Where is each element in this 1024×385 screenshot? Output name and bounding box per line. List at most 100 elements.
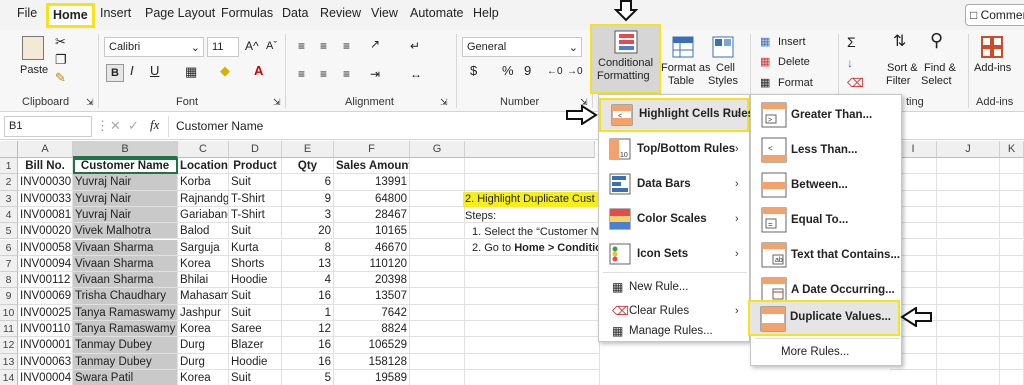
menu-more-rules[interactable]: More Rules... xyxy=(781,340,891,364)
menu-color-scales[interactable]: Color Scales › xyxy=(609,204,749,234)
bold-button[interactable]: B xyxy=(106,64,124,82)
row-header[interactable]: 5 xyxy=(0,223,18,240)
table-cell[interactable] xyxy=(1000,304,1024,321)
format-cells-icon[interactable]: ▦ xyxy=(760,75,770,91)
table-cell[interactable] xyxy=(937,288,1000,305)
table-cell[interactable]: Tanya Ramaswamy xyxy=(73,321,178,338)
percent-button[interactable]: % xyxy=(502,64,514,77)
table-cell[interactable] xyxy=(410,353,465,370)
row-header[interactable]: 6 xyxy=(0,239,18,256)
row-header[interactable]: 9 xyxy=(0,288,18,305)
menu-duplicate-values[interactable]: Duplicate Values... xyxy=(748,300,900,336)
table-cell[interactable] xyxy=(410,321,465,338)
table-cell[interactable] xyxy=(937,337,1000,354)
row-header[interactable]: 7 xyxy=(0,255,18,273)
table-cell[interactable]: 5 xyxy=(282,369,334,385)
copy-icon[interactable]: ❐ xyxy=(55,52,67,68)
clear-icon[interactable]: ⌫ xyxy=(847,75,864,91)
menu-top-bottom-rules[interactable]: 10 Top/Bottom Rules › xyxy=(609,134,749,164)
table-cell[interactable]: INV00033 xyxy=(18,190,73,207)
menu-icon-sets[interactable]: Icon Sets › xyxy=(609,239,749,269)
table-cell[interactable]: INV00058 xyxy=(18,239,73,256)
tab-page-layout[interactable]: Page Layout xyxy=(145,6,215,20)
find-select-line1[interactable]: Find & xyxy=(924,62,956,74)
table-cell[interactable]: 7642 xyxy=(334,304,410,321)
align-middle-icon[interactable]: ≡ xyxy=(320,38,327,54)
table-cell[interactable]: 16 xyxy=(282,337,334,354)
table-cell[interactable]: INV00020 xyxy=(18,223,73,240)
column-header[interactable]: K xyxy=(1000,141,1024,158)
table-cell[interactable] xyxy=(465,337,600,354)
table-cell[interactable] xyxy=(410,272,465,289)
sort-filter-line1[interactable]: Sort & xyxy=(887,62,918,74)
header-cell[interactable]: Location xyxy=(178,158,229,175)
table-cell[interactable] xyxy=(937,304,1000,321)
table-cell[interactable]: 16 xyxy=(282,353,334,370)
table-cell[interactable] xyxy=(1000,288,1024,305)
table-cell[interactable]: Durg xyxy=(178,353,229,370)
find-select-icon[interactable]: ⚲ xyxy=(930,31,943,49)
table-cell[interactable] xyxy=(410,304,465,321)
cell-styles-line1[interactable]: Cell xyxy=(716,62,735,74)
table-cell[interactable] xyxy=(410,206,465,224)
sort-filter-icon[interactable]: ⇅ xyxy=(893,34,906,50)
shrink-font-button[interactable]: Aˇ xyxy=(266,40,277,52)
row-header[interactable]: 10 xyxy=(0,304,18,321)
table-cell[interactable]: Swara Patil xyxy=(73,369,178,385)
delete-button[interactable]: Delete xyxy=(778,56,810,68)
table-cell[interactable]: Korea xyxy=(178,369,229,385)
table-cell[interactable]: Tanmay Dubey xyxy=(73,353,178,370)
table-cell[interactable]: Sarguja xyxy=(178,239,229,256)
table-cell[interactable]: 10165 xyxy=(334,223,410,240)
row-header[interactable]: 11 xyxy=(0,321,18,338)
table-cell[interactable]: 46670 xyxy=(334,239,410,256)
add-ins-icon[interactable] xyxy=(981,36,1003,58)
conditional-formatting-button[interactable]: Conditional Formatting xyxy=(590,24,661,94)
underline-button[interactable]: U xyxy=(150,64,159,77)
menu-text-contains[interactable]: ab Text that Contains... xyxy=(761,238,901,272)
row-header[interactable]: 8 xyxy=(0,272,18,289)
header-cell[interactable] xyxy=(465,158,600,175)
table-cell[interactable]: INV00069 xyxy=(18,288,73,305)
column-header[interactable]: D xyxy=(229,141,282,158)
insert-function-icon[interactable]: fx xyxy=(150,117,159,133)
increase-decimal-icon[interactable]: ←0 xyxy=(547,64,563,80)
font-color-icon[interactable]: A xyxy=(254,63,263,79)
table-cell[interactable] xyxy=(465,272,600,289)
paste-icon[interactable] xyxy=(22,36,44,60)
table-cell[interactable]: 64800 xyxy=(334,190,410,207)
row-header[interactable]: 14 xyxy=(0,369,18,385)
header-cell[interactable]: Sales Amount xyxy=(334,158,410,175)
table-cell[interactable] xyxy=(465,255,600,273)
table-cell[interactable]: Korea xyxy=(178,255,229,273)
insert-cells-icon[interactable]: ▦ xyxy=(760,34,770,50)
table-cell[interactable] xyxy=(465,369,600,385)
italic-button[interactable]: I xyxy=(130,64,134,77)
table-cell[interactable] xyxy=(937,239,1000,256)
table-cell[interactable] xyxy=(937,369,1000,385)
borders-icon[interactable]: ▦ xyxy=(185,64,197,80)
table-cell[interactable] xyxy=(1000,206,1024,224)
comma-button[interactable]: 9 xyxy=(524,64,531,77)
table-cell[interactable]: Rajnandga xyxy=(178,190,229,207)
fill-icon[interactable]: ↓ xyxy=(847,55,853,71)
table-cell[interactable]: 13 xyxy=(282,255,334,273)
tab-data[interactable]: Data xyxy=(282,6,308,20)
table-cell[interactable]: Kurta xyxy=(229,239,282,256)
table-cell[interactable]: Tanya Ramaswamy xyxy=(73,304,178,321)
cancel-icon[interactable]: ✕ xyxy=(110,118,121,134)
table-cell[interactable] xyxy=(1000,369,1024,385)
table-cell[interactable] xyxy=(1000,239,1024,256)
table-cell[interactable]: Suit xyxy=(229,174,282,191)
menu-data-bars[interactable]: Data Bars › xyxy=(609,169,749,199)
tab-help[interactable]: Help xyxy=(473,6,499,20)
fill-color-icon[interactable]: ◆ xyxy=(220,63,230,79)
alignment-launcher-icon[interactable]: ⇲ xyxy=(440,94,448,110)
table-cell[interactable]: Vivaan Sharma xyxy=(73,272,178,289)
table-cell[interactable]: Suit xyxy=(229,369,282,385)
align-left-icon[interactable]: ≡ xyxy=(298,66,305,82)
table-cell[interactable] xyxy=(410,223,465,240)
table-cell[interactable] xyxy=(410,369,465,385)
table-cell[interactable]: Korba xyxy=(178,174,229,191)
insert-button[interactable]: Insert xyxy=(778,36,806,48)
